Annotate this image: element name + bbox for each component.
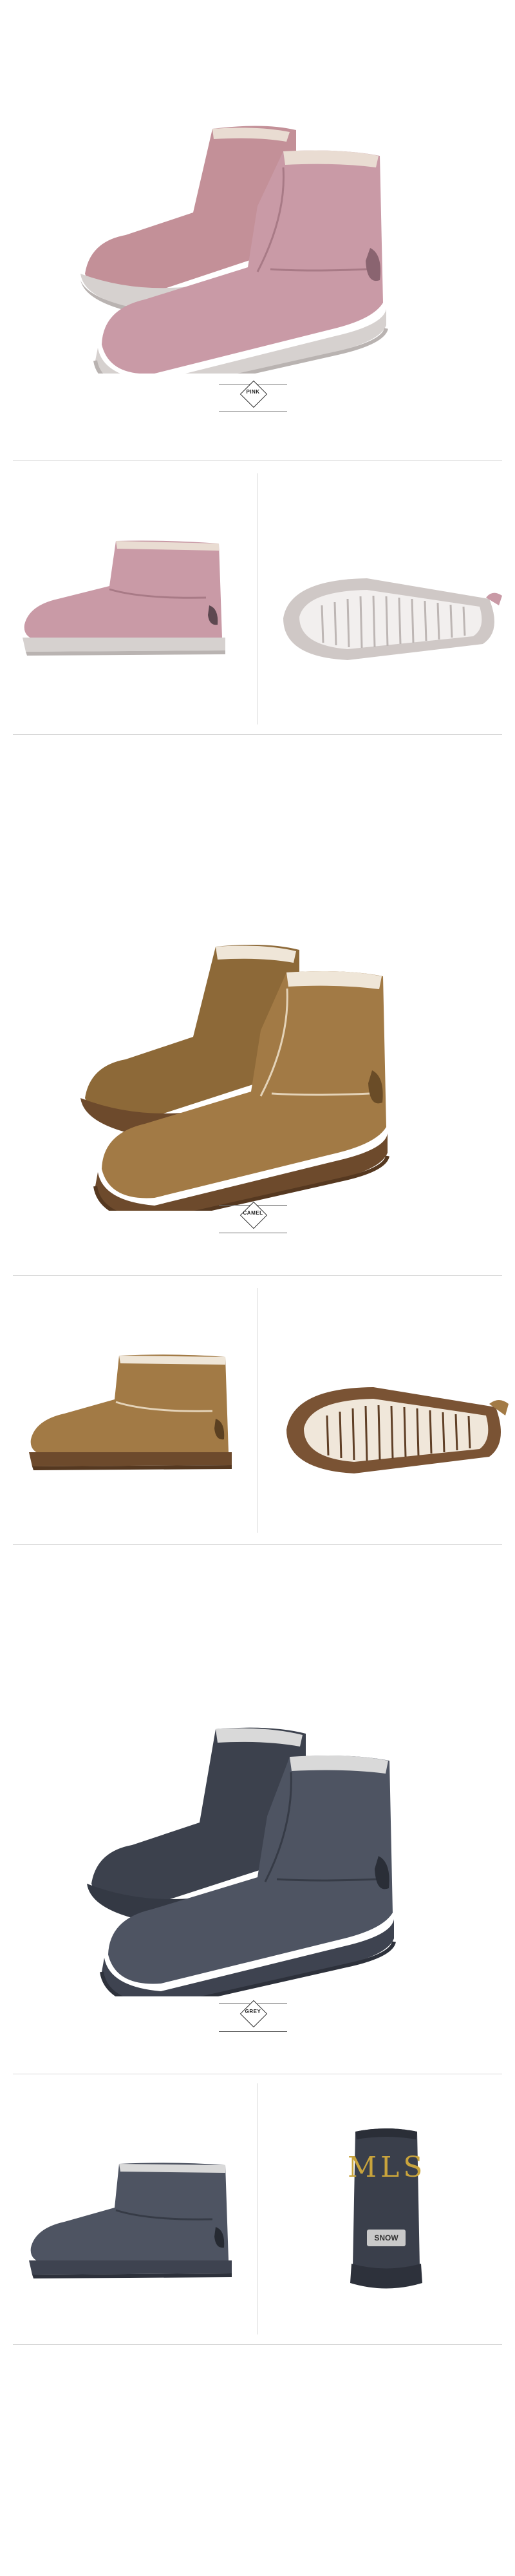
grey-section: GREY MLS SNOW <box>0 1558 515 2576</box>
grey-boots-pair-image <box>87 1727 396 1996</box>
divider-line <box>13 734 502 735</box>
pink-boot-sole-image <box>283 578 502 660</box>
pink-label-text: PINK <box>246 389 260 395</box>
pink-boots-pair-image <box>80 126 388 374</box>
camel-section: CAMEL <box>0 741 515 1558</box>
grey-boot-back-image: MLS SNOW <box>348 2125 425 2293</box>
camel-boot-side-image <box>29 1354 232 1470</box>
pink-boot-side-image <box>23 540 225 656</box>
pink-section: PINK <box>0 0 515 741</box>
camel-boots-pair-image <box>80 944 389 1211</box>
camel-color-label: CAMEL <box>219 1201 296 1237</box>
grey-boot-side-image <box>29 2163 232 2278</box>
divider-line <box>13 1544 502 1545</box>
divider-line <box>13 2344 502 2345</box>
grey-label-text: GREY <box>245 2009 261 2014</box>
pink-color-label: PINK <box>219 380 296 416</box>
divider-line <box>13 1275 502 1276</box>
camel-label-text: CAMEL <box>243 1210 263 1216</box>
grey-boot-logo-text: MLS <box>348 2151 427 2184</box>
divider-line <box>13 460 502 461</box>
grey-boot-tag-text: SNOW <box>374 2233 398 2242</box>
grey-color-label: GREY <box>219 2000 296 2036</box>
camel-boot-sole-image <box>286 1387 509 1473</box>
